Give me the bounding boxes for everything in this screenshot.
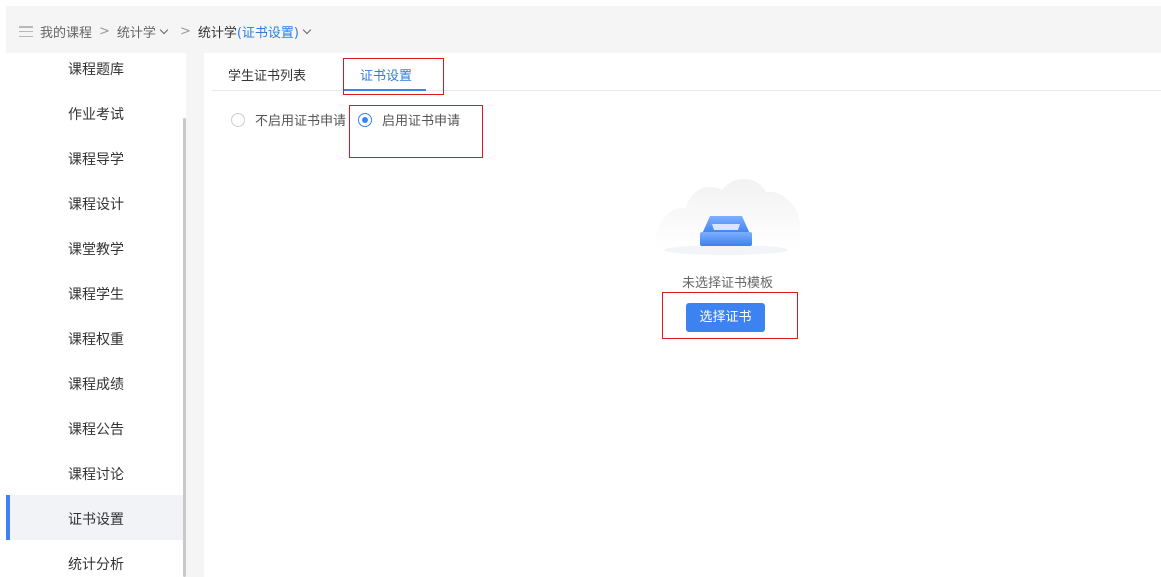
sidebar-item-label: 课程设计 [68,197,124,213]
sidebar-item-design[interactable]: 课程设计 [6,180,184,225]
empty-box-icon [654,178,800,255]
sidebar-item-weights[interactable]: 课程权重 [6,315,184,360]
radio-disable-application[interactable]: 不启用证书申请 [231,110,346,129]
breadcrumb-current[interactable]: 统计学 [198,22,237,41]
sidebar-item-label: 课程导学 [68,152,124,168]
sidebar-item-statistics[interactable]: 统计分析 [6,540,184,577]
sidebar-item-label: 证书设置 [68,512,124,528]
sidebar-item-label: 课程公告 [68,422,124,438]
sidebar-item-discussion[interactable]: 课程讨论 [6,450,184,495]
sidebar-item-label: 课程权重 [68,332,124,348]
sidebar-item-assignments[interactable]: 作业考试 [6,90,184,135]
sidebar-item-label: 作业考试 [68,107,124,123]
chevron-down-icon[interactable] [302,25,312,34]
breadcrumb-separator: > [99,24,110,39]
menu-icon[interactable] [19,26,33,37]
sidebar-item-label: 课堂教学 [68,242,124,258]
annotation-box [662,292,798,339]
sidebar-item-label: 统计分析 [68,557,124,573]
radio-button[interactable] [231,112,245,127]
sidebar: 课程题库 作业考试 课程导学 课程设计 课堂教学 课程学生 课程权重 课程成绩 … [6,53,184,577]
breadcrumb-home[interactable]: 我的课程 [40,22,92,41]
sidebar-item-announcements[interactable]: 课程公告 [6,405,184,450]
annotation-box [343,58,444,95]
sidebar-item-question-bank[interactable]: 课程题库 [6,45,184,90]
sidebar-item-label: 课程学生 [68,287,124,303]
radio-label: 不启用证书申请 [255,114,347,129]
sidebar-item-label: 课程成绩 [68,377,124,393]
sidebar-item-guide[interactable]: 课程导学 [6,135,184,180]
chevron-down-icon[interactable] [159,25,169,34]
sidebar-item-classroom[interactable]: 课堂教学 [6,225,184,270]
sidebar-item-label: 课程讨论 [68,467,124,483]
sidebar-item-grades[interactable]: 课程成绩 [6,360,184,405]
sidebar-item-certificate-settings[interactable]: 证书设置 [6,495,184,540]
sidebar-item-students[interactable]: 课程学生 [6,270,184,315]
sidebar-item-label: 课程题库 [68,62,124,78]
tab-student-certificates[interactable]: 学生证书列表 [228,65,306,84]
empty-state-message: 未选择证书模板 [682,276,774,291]
breadcrumb-current-page[interactable]: (证书设置) [237,22,299,41]
annotation-box [349,105,483,158]
breadcrumb: 我的课程 > 统计学 > 统计学 (证书设置) [19,22,316,41]
breadcrumb-course[interactable]: 统计学 [117,22,156,41]
sidebar-divider [186,53,204,577]
breadcrumb-separator: > [179,24,191,39]
